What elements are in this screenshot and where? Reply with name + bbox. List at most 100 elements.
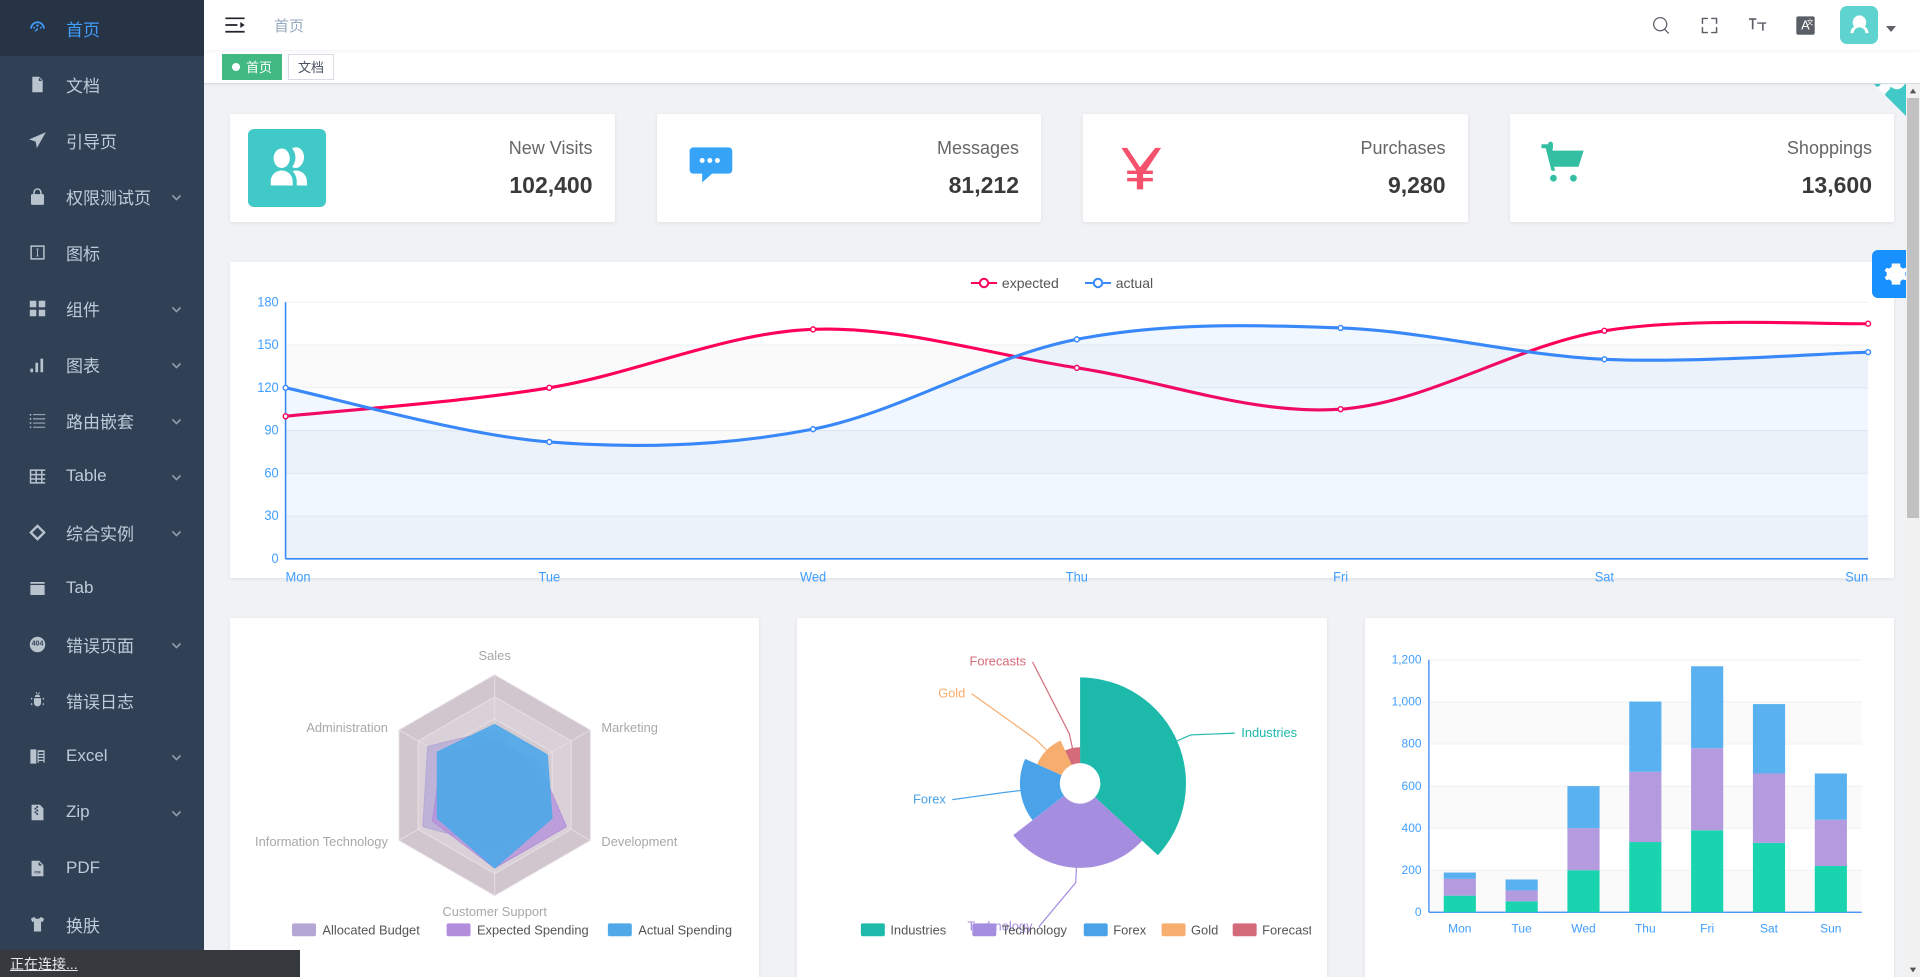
svg-text:1,200: 1,200 <box>1391 653 1421 667</box>
shopping-icon[interactable] <box>1528 129 1606 207</box>
chevron-down-icon[interactable] <box>170 357 184 371</box>
svg-text:0: 0 <box>1415 905 1422 919</box>
svg-text:Forex: Forex <box>1114 922 1147 937</box>
tab-icon <box>26 577 48 599</box>
tag-dot-icon <box>232 62 240 71</box>
svg-text:30: 30 <box>264 508 278 523</box>
search-icon[interactable] <box>1648 12 1674 38</box>
scrollbar-thumb[interactable] <box>1907 98 1919 518</box>
chevron-down-icon[interactable] <box>170 413 184 427</box>
sidebar-item-label: Excel <box>66 746 108 765</box>
chevron-down-icon[interactable] <box>170 301 184 315</box>
panel-messages[interactable]: Messages 81,212 <box>656 114 1041 222</box>
sidebar-item-12[interactable]: 404 错误页面 <box>0 616 204 672</box>
money-icon[interactable] <box>1101 129 1179 207</box>
panel-shoppings[interactable]: Shoppings 13,600 <box>1509 114 1894 222</box>
avatar-menu[interactable] <box>1840 6 1896 44</box>
bar-chart-card[interactable]: 0 200 400 600 800 1,000 1,200 Mon Tue Wed Thu Fri Sa… <box>1364 618 1894 977</box>
nested-route-icon <box>26 409 48 431</box>
sidebar-item-label: 首页 <box>66 20 100 40</box>
chevron-down-icon[interactable] <box>1886 26 1896 32</box>
sidebar-item-label: 图表 <box>66 356 100 376</box>
sidebar-item-9[interactable]: Table <box>0 448 204 504</box>
sidebar-item-6[interactable]: 组件 <box>0 280 204 336</box>
sidebar-item-15[interactable]: Zip <box>0 784 204 840</box>
legend-marker-actual <box>1084 277 1111 289</box>
lock-icon <box>26 185 48 207</box>
sidebar-item-8[interactable]: 路由嵌套 <box>0 392 204 448</box>
sidebar-item-16[interactable]: PDF PDF <box>0 840 204 896</box>
tag-item-1[interactable]: 首页 <box>222 53 283 80</box>
sidebar-item-label: Tab <box>66 578 94 597</box>
tag-label: 首页 <box>246 60 273 75</box>
sidebar-item-label: 权限测试页 <box>66 188 151 208</box>
sidebar-item-1[interactable]: 首页 <box>0 0 204 56</box>
sidebar-item-2[interactable]: 文档 <box>0 56 204 112</box>
breadcrumb[interactable]: 首页 <box>274 15 304 36</box>
svg-text:Thu: Thu <box>1635 922 1656 936</box>
tags-view: 首页 文档 <box>204 50 1920 84</box>
avatar[interactable] <box>1840 6 1878 44</box>
hamburger-icon[interactable] <box>222 12 248 38</box>
vertical-scrollbar[interactable] <box>1906 84 1920 977</box>
sidebar-item-13[interactable]: 错误日志 <box>0 672 204 728</box>
svg-text:Sales: Sales <box>479 648 511 663</box>
panel-group: New Visits 102,400 Messages 81,212 Purch… <box>230 114 1894 222</box>
bar-chart-plot[interactable]: 0 200 400 600 800 1,000 1,200 Mon Tue Wed Thu Fri Sa… <box>1381 634 1878 964</box>
sidebar-item-11[interactable]: Tab <box>0 560 204 616</box>
chevron-down-icon[interactable] <box>170 637 184 651</box>
sidebar-item-10[interactable]: 综合实例 <box>0 504 204 560</box>
sidebar-item-label: 错误日志 <box>66 692 134 712</box>
sidebar-item-5[interactable]: 图标 <box>0 224 204 280</box>
table-icon <box>26 465 48 487</box>
line-chart-plot[interactable]: 0 30 60 90 120 150 180 Mon Tue Wed Thu Fri Sat Sun <box>246 294 1878 594</box>
error-page-icon: 404 <box>26 633 48 655</box>
svg-text:Tue: Tue <box>1511 922 1532 936</box>
dashboard-scroll-area[interactable]: New Visits 102,400 Messages 81,212 Purch… <box>204 84 1920 977</box>
sidebar-item-14[interactable]: Excel <box>0 728 204 784</box>
legend-item-actual[interactable]: actual <box>1084 275 1154 291</box>
sidebar-item-3[interactable]: 引导页 <box>0 112 204 168</box>
status-text: 正在连接... <box>10 955 78 972</box>
radar-chart-plot[interactable]: Sales Marketing Development Customer Suppor… <box>246 634 743 964</box>
caret-up-icon[interactable] <box>1906 84 1920 98</box>
tag-item-2[interactable]: 文档 <box>288 53 335 80</box>
panel-purchases[interactable]: Purchases 9,280 <box>1083 114 1468 222</box>
rose-chart-plot[interactable]: Industries Technology Forex Gold Forecasts In… <box>813 634 1319 964</box>
legend-item-expected[interactable]: expected <box>970 275 1059 291</box>
svg-text:90: 90 <box>264 422 278 437</box>
svg-text:200: 200 <box>1401 863 1421 877</box>
panel-new-visits[interactable]: New Visits 102,400 <box>230 114 615 222</box>
chevron-down-icon[interactable] <box>170 469 184 483</box>
line-chart-legend[interactable]: expected actual <box>246 272 1878 294</box>
legend-label: expected <box>1001 275 1059 291</box>
svg-text:180: 180 <box>257 294 278 309</box>
radar-chart-card[interactable]: Sales Marketing Development Customer Suppor… <box>230 618 760 977</box>
fullscreen-icon[interactable] <box>1696 12 1722 38</box>
svg-text:Wed: Wed <box>800 569 826 584</box>
sidebar-item-4[interactable]: 权限测试页 <box>0 168 204 224</box>
font-size-icon[interactable] <box>1744 12 1770 38</box>
legend-marker-expected <box>970 277 997 289</box>
panel-label: New Visits <box>508 137 593 158</box>
sidebar-item-7[interactable]: 图表 <box>0 336 204 392</box>
chevron-down-icon[interactable] <box>170 189 184 203</box>
example-icon <box>26 521 48 543</box>
sidebar-item-17[interactable]: 换肤 <box>0 896 204 952</box>
message-icon[interactable] <box>675 129 753 207</box>
sidebar[interactable]: 首页文档 引导页权限测试页图标 组件图表路由嵌套 Table 综合实例 Tab 404 错误页… <box>0 0 204 977</box>
peoples-icon[interactable] <box>248 129 326 207</box>
chevron-down-icon[interactable] <box>170 525 184 539</box>
line-chart-card[interactable]: expected actual 0 30 60 90 120 150 180 Mon Tue We… <box>230 262 1894 585</box>
legend-label: actual <box>1115 275 1154 291</box>
component-icon <box>26 297 48 319</box>
caret-down-icon[interactable] <box>1906 963 1920 977</box>
sidebar-item-label: 换肤 <box>66 916 100 936</box>
chevron-down-icon[interactable] <box>170 749 184 763</box>
rose-chart-card[interactable]: Industries Technology Forex Gold Forecasts In… <box>797 618 1327 977</box>
svg-text:1,000: 1,000 <box>1391 695 1421 709</box>
chevron-down-icon[interactable] <box>170 805 184 819</box>
translate-icon[interactable]: A文 <box>1792 12 1818 38</box>
zip-icon <box>26 801 48 823</box>
svg-text:120: 120 <box>257 380 278 395</box>
